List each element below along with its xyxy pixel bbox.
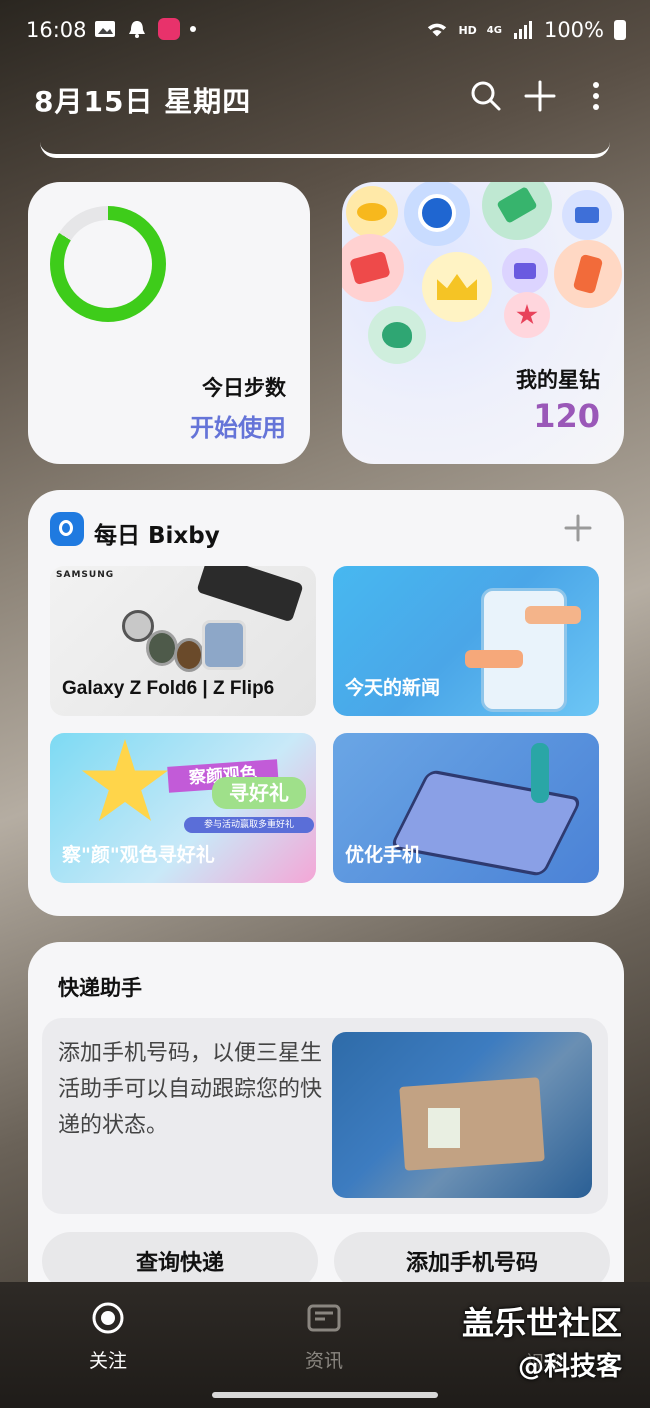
- nav-item-news[interactable]: 资讯: [274, 1300, 374, 1373]
- tile-color-gift[interactable]: 察颜观色 寻好礼 参与活动赢取多重好礼 察"颜"观色寻好礼: [50, 733, 316, 883]
- bixby-add-button[interactable]: [564, 512, 592, 550]
- tile-caption: Galaxy Z Fold6 | Z Flip6: [62, 678, 275, 699]
- watch-image-2: [174, 638, 204, 672]
- page-title: 8月15日 星期四: [34, 85, 252, 118]
- bell-icon: [129, 21, 145, 38]
- battery-icon: [614, 20, 626, 40]
- chat-bubble-illustration-2: [465, 650, 523, 668]
- shop-app-icon: [158, 18, 180, 40]
- coupon-bubble-icon: [482, 182, 552, 240]
- samsung-brand: SAMSUNG: [56, 570, 115, 580]
- stars-value: 120: [533, 397, 600, 435]
- parcel-image: [332, 1032, 592, 1198]
- status-notification-icons: [94, 18, 196, 40]
- cart-bubble-icon: [562, 190, 612, 240]
- express-assistant-card: 快递助手 添加手机号码，以便三星生活助手可以自动跟踪您的快递的状态。 查询快递 …: [28, 942, 624, 1290]
- tile-caption: 察"颜"观色寻好礼: [62, 844, 215, 866]
- battery-percent: 100%: [543, 18, 604, 42]
- status-time: 16:08: [26, 18, 87, 42]
- watch-image: [146, 630, 178, 666]
- network-badge: 4G: [486, 24, 502, 36]
- steps-start-link[interactable]: 开始使用: [190, 408, 286, 443]
- banner-subline: 参与活动赢取多重好礼: [184, 817, 314, 833]
- steps-card[interactable]: 今日步数 开始使用: [28, 182, 310, 464]
- plus-icon: [524, 80, 556, 112]
- star-mascot-image: [81, 739, 169, 821]
- watermark-subtitle: @科技客: [518, 1352, 623, 1382]
- tile-caption: 优化手机: [345, 844, 422, 866]
- add-button[interactable]: [520, 76, 560, 116]
- tile-todays-news[interactable]: 今天的新闻: [333, 566, 599, 716]
- gallery-icon: [95, 21, 115, 37]
- wifi-icon: [428, 23, 447, 37]
- nav-label: 关注: [88, 1350, 127, 1372]
- daily-bixby-card: 每日 Bixby SAMSUNG Galaxy Z Fold6 | Z Flip…: [28, 490, 624, 916]
- status-bar: 16:08 HD 4G 100%: [0, 0, 650, 62]
- steps-label: 今日步数: [202, 376, 286, 400]
- tile-galaxy-fold-flip[interactable]: SAMSUNG Galaxy Z Fold6 | Z Flip6: [50, 566, 316, 716]
- stars-card[interactable]: 我的星钻 120: [342, 182, 624, 464]
- collapsed-card-edge: [40, 142, 610, 158]
- more-options-button[interactable]: [576, 76, 616, 116]
- express-title: 快递助手: [58, 976, 142, 1000]
- coin-bubble-icon: [346, 186, 398, 238]
- palette-bubble-icon: [368, 306, 426, 364]
- flip-phone-image: [202, 620, 246, 670]
- crown-bubble-icon: [422, 252, 492, 322]
- fold-phone-image: [196, 566, 304, 623]
- search-icon: [471, 81, 501, 111]
- tv-bubble-icon: [342, 234, 404, 302]
- tile-optimize-phone[interactable]: 优化手机: [333, 733, 599, 883]
- phone-bubble-icon: [554, 240, 622, 308]
- bixby-logo-icon: [50, 512, 84, 546]
- plus-icon: [564, 514, 592, 542]
- more-vertical-icon: [593, 82, 599, 110]
- nav-item-follow[interactable]: 关注: [58, 1300, 158, 1373]
- express-info-box: 添加手机号码，以便三星生活助手可以自动跟踪您的快递的状态。: [42, 1018, 608, 1214]
- hd-badge: HD: [458, 23, 477, 37]
- more-notifications-dot: [190, 26, 196, 32]
- steps-progress-ring: [50, 206, 166, 322]
- parcel-label: [428, 1108, 460, 1148]
- news-icon: [306, 1300, 342, 1336]
- tile-caption: 今天的新闻: [345, 677, 441, 699]
- target-icon: [90, 1300, 126, 1336]
- tag-bubble-icon: [502, 248, 548, 294]
- search-button[interactable]: [466, 76, 506, 116]
- watermark-title: 盖乐世社区: [462, 1304, 623, 1342]
- status-system-icons: HD 4G 100%: [426, 18, 626, 42]
- stars-label: 我的星钻: [516, 368, 600, 392]
- bixby-title: 每日 Bixby: [94, 523, 220, 549]
- parcel-box: [399, 1077, 545, 1171]
- signal-icon: [513, 21, 532, 39]
- chat-bubble-illustration: [525, 606, 581, 624]
- cleaner-illustration: [531, 743, 549, 803]
- banner-subtitle: 寻好礼: [212, 777, 306, 809]
- clock-bubble-icon: [404, 182, 470, 246]
- home-gesture-bar[interactable]: [212, 1392, 438, 1398]
- nav-label: 资讯: [304, 1350, 343, 1372]
- express-description: 添加手机号码，以便三星生活助手可以自动跟踪您的快递的状态。: [58, 1041, 323, 1138]
- star-bubble-icon: [504, 292, 550, 338]
